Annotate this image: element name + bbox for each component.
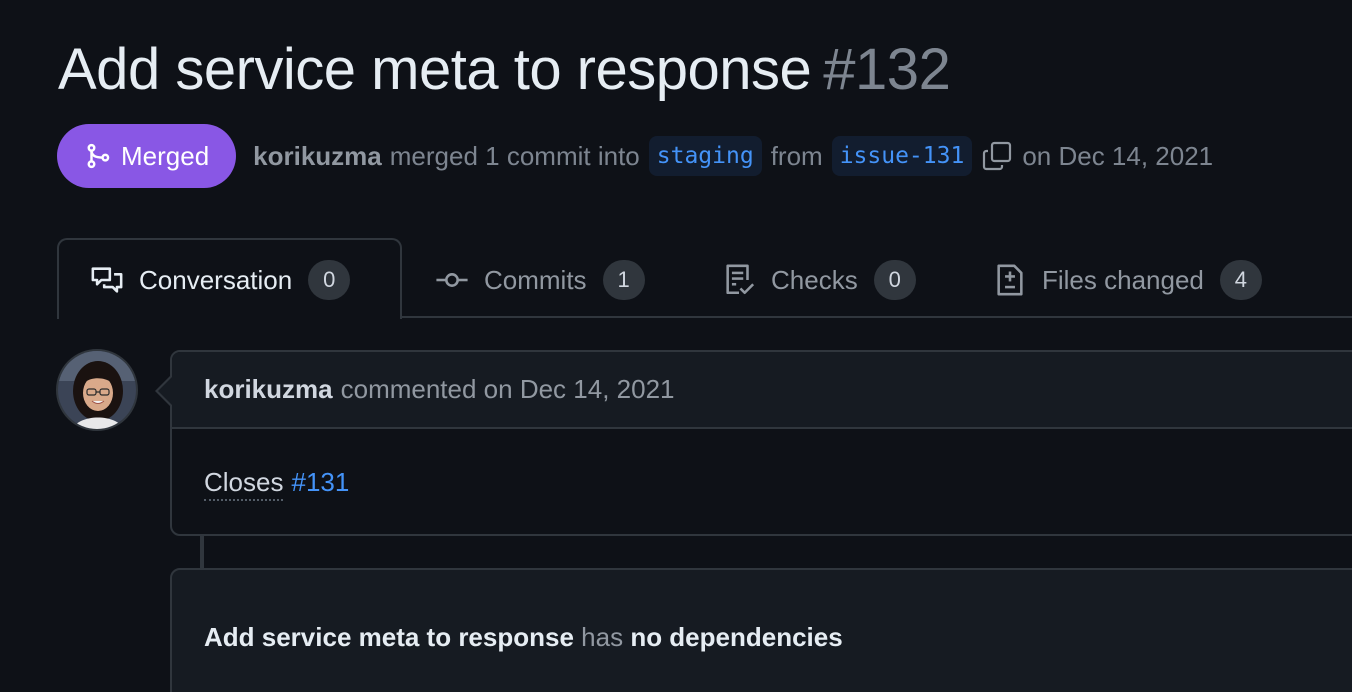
- tab-commits-count: 1: [602, 260, 645, 300]
- dependencies-box: Add service meta to response has no depe…: [170, 568, 1352, 692]
- from-text: from: [770, 140, 823, 171]
- head-branch-link[interactable]: issue-131: [831, 136, 973, 176]
- tab-checks-count: 0: [873, 260, 916, 300]
- comment-author-link[interactable]: korikuzma: [204, 374, 333, 405]
- comment-box: korikuzma commented on Dec 14, 2021 Clos…: [170, 350, 1352, 536]
- page-title: Add service meta to response #132: [58, 36, 951, 104]
- pr-meta-row: Merged korikuzma merged 1 commit into st…: [57, 124, 1213, 188]
- base-branch-link[interactable]: staging: [648, 136, 762, 176]
- dependencies-pr-title: Add service meta to response: [204, 622, 574, 652]
- file-diff-icon: [997, 264, 1023, 296]
- tab-commits[interactable]: Commits 1: [435, 258, 645, 302]
- avatar[interactable]: [56, 349, 138, 431]
- copy-icon[interactable]: [981, 140, 1013, 172]
- dependencies-text: Add service meta to response has no depe…: [204, 622, 843, 653]
- dependencies-status: no dependencies: [630, 622, 843, 652]
- git-merge-icon: [87, 143, 110, 169]
- dependencies-has: has: [581, 622, 624, 652]
- state-label: Merged: [121, 140, 210, 171]
- avatar-image: [58, 351, 136, 429]
- git-commit-icon: [436, 273, 468, 287]
- timeline-connector: [200, 536, 204, 570]
- comment-header: korikuzma commented on Dec 14, 2021: [172, 352, 1352, 429]
- comment-action-text: commented on Dec 14, 2021: [340, 374, 675, 404]
- checklist-icon: [726, 264, 755, 295]
- tab-commits-label: Commits: [484, 264, 587, 295]
- merged-text: merged 1 commit into: [389, 140, 640, 171]
- merge-date: on Dec 14, 2021: [1022, 140, 1214, 171]
- merged-state-badge: Merged: [57, 124, 237, 188]
- tab-conversation-label: Conversation: [139, 264, 293, 295]
- tab-files-changed-count: 4: [1219, 260, 1262, 300]
- tab-files-changed[interactable]: Files changed 4: [993, 258, 1262, 302]
- comment-discussion-icon: [91, 267, 123, 293]
- comment-body: Closes #131: [172, 429, 1352, 501]
- tab-files-changed-label: Files changed: [1042, 264, 1204, 295]
- tabs-divider: [400, 316, 1352, 318]
- pr-number: #132: [823, 37, 951, 102]
- tab-conversation[interactable]: Conversation 0: [90, 258, 351, 302]
- closes-keyword[interactable]: Closes: [204, 467, 284, 501]
- tab-checks-label: Checks: [771, 264, 858, 295]
- pr-author-link[interactable]: korikuzma: [253, 141, 382, 172]
- comment-pointer-fill: [158, 377, 172, 405]
- pull-request-page: Add service meta to response #132 Merged …: [0, 0, 1352, 692]
- pr-title: Add service meta to response: [58, 37, 812, 102]
- tab-checks[interactable]: Checks 0: [722, 258, 916, 302]
- tab-conversation-count: 0: [308, 260, 351, 300]
- issue-link[interactable]: #131: [291, 467, 349, 497]
